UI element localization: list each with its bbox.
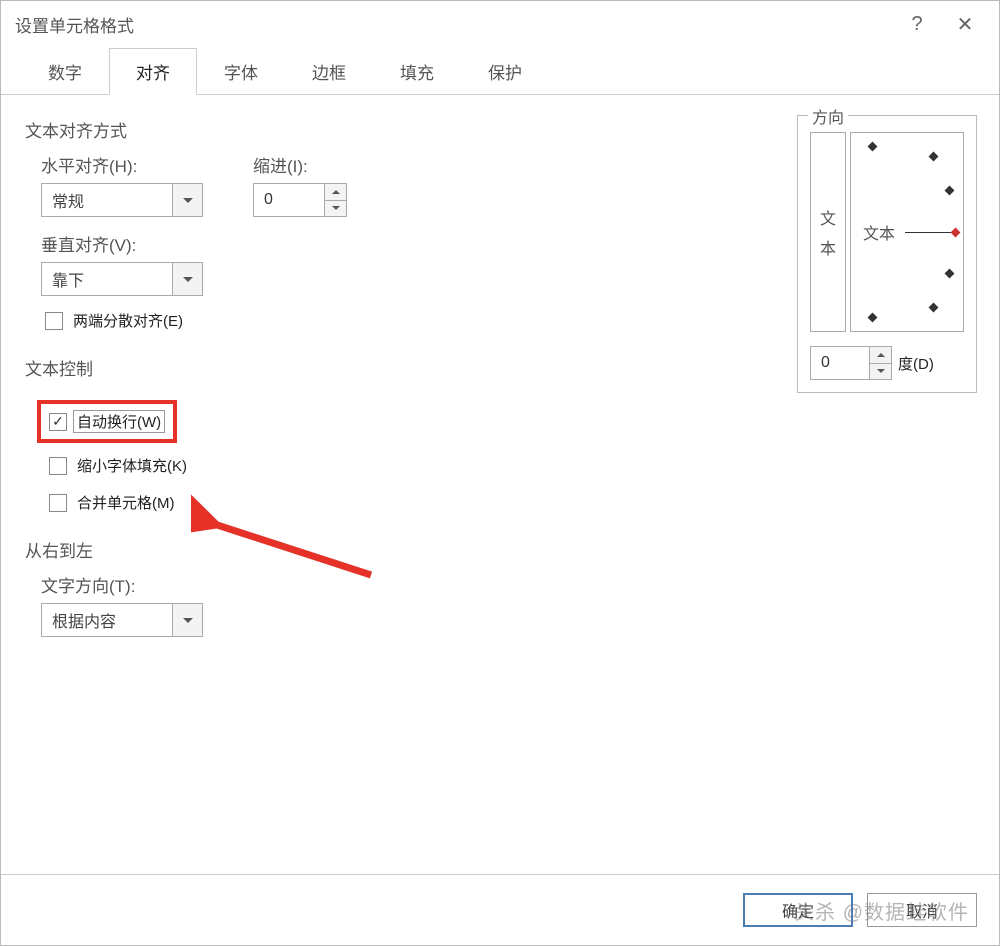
orientation-legend: 方向	[808, 104, 848, 128]
tab-number[interactable]: 数字	[21, 48, 109, 95]
orientation-vertical-text-button[interactable]: 文 本	[810, 132, 846, 332]
wrap-text-highlight: ✓ 自动换行(W)	[37, 400, 177, 443]
check-icon: ✓	[52, 413, 64, 430]
merge-cells-row[interactable]: 合并单元格(M)	[49, 492, 977, 513]
chevron-down-icon	[183, 277, 193, 282]
vertical-align-combo[interactable]	[41, 262, 203, 296]
indent-up-button[interactable]	[325, 184, 346, 200]
tab-protection[interactable]: 保护	[461, 48, 549, 95]
titlebar: 设置单元格格式 ? ✕	[1, 1, 999, 47]
orientation-degree-value[interactable]	[811, 347, 869, 379]
triangle-up-icon	[332, 190, 340, 194]
triangle-down-icon	[332, 206, 340, 210]
indent-label: 缩进(I):	[253, 152, 347, 177]
cancel-button[interactable]: 取消	[867, 893, 977, 927]
text-direction-combo[interactable]	[41, 603, 203, 637]
merge-cells-checkbox[interactable]	[49, 494, 67, 512]
vertical-align-dropdown-button[interactable]	[172, 263, 202, 295]
triangle-up-icon	[877, 353, 885, 357]
text-direction-label: 文字方向(T):	[41, 572, 977, 597]
tab-border[interactable]: 边框	[285, 48, 373, 95]
text-direction-dropdown-button[interactable]	[172, 604, 202, 636]
justify-distributed-label: 两端分散对齐(E)	[73, 310, 183, 331]
indent-value[interactable]	[254, 184, 324, 216]
degree-up-button[interactable]	[870, 347, 891, 363]
indent-down-button[interactable]	[325, 200, 346, 217]
orientation-degree-label: 度(D)	[898, 353, 934, 374]
tab-alignment[interactable]: 对齐	[109, 48, 197, 95]
orientation-dot	[929, 152, 939, 162]
justify-distributed-checkbox[interactable]	[45, 312, 63, 330]
orientation-dot	[929, 303, 939, 313]
wrap-text-label: 自动换行(W)	[73, 410, 165, 433]
orientation-dot	[945, 269, 955, 279]
orientation-dot	[868, 142, 878, 152]
triangle-down-icon	[877, 369, 885, 373]
chevron-down-icon	[183, 198, 193, 203]
dialog-footer: 确定 取消 头杀 @数据蛙软件	[1, 874, 999, 945]
horizontal-align-dropdown-button[interactable]	[172, 184, 202, 216]
vertical-align-value[interactable]	[42, 263, 172, 295]
orientation-dial-line	[905, 232, 953, 233]
shrink-to-fit-row[interactable]: 缩小字体填充(K)	[49, 455, 977, 476]
degree-down-button[interactable]	[870, 363, 891, 380]
orientation-degree-spinner[interactable]	[810, 346, 892, 380]
merge-cells-label: 合并单元格(M)	[77, 492, 175, 513]
chevron-down-icon	[183, 618, 193, 623]
orientation-dial-handle[interactable]	[951, 228, 961, 238]
shrink-to-fit-label: 缩小字体填充(K)	[77, 455, 187, 476]
indent-spinner[interactable]	[253, 183, 347, 217]
horizontal-align-value[interactable]	[42, 184, 172, 216]
orientation-dial-label: 文本	[863, 220, 895, 244]
tab-strip: 数字 对齐 字体 边框 填充 保护	[1, 47, 999, 95]
wrap-text-checkbox[interactable]: ✓	[49, 413, 67, 431]
vertical-align-label: 垂直对齐(V):	[41, 231, 203, 256]
dialog-title: 设置单元格格式	[15, 12, 893, 37]
help-button[interactable]: ?	[893, 2, 941, 46]
orientation-panel: 方向 文 本 文本	[797, 115, 977, 393]
horizontal-align-label: 水平对齐(H):	[41, 152, 203, 177]
close-button[interactable]: ✕	[941, 2, 989, 46]
tab-fill[interactable]: 填充	[373, 48, 461, 95]
dialog-content: 文本对齐方式 水平对齐(H): 垂直对齐(V): 缩进(I):	[1, 95, 999, 874]
shrink-to-fit-checkbox[interactable]	[49, 457, 67, 475]
orientation-dot	[945, 186, 955, 196]
format-cells-dialog: 设置单元格格式 ? ✕ 数字 对齐 字体 边框 填充 保护 文本对齐方式 水平对…	[0, 0, 1000, 946]
ok-button[interactable]: 确定	[743, 893, 853, 927]
orientation-dot	[868, 313, 878, 323]
tab-font[interactable]: 字体	[197, 48, 285, 95]
rtl-section-label: 从右到左	[25, 537, 977, 562]
text-direction-value[interactable]	[42, 604, 172, 636]
horizontal-align-combo[interactable]	[41, 183, 203, 217]
orientation-dial[interactable]: 文本	[850, 132, 964, 332]
